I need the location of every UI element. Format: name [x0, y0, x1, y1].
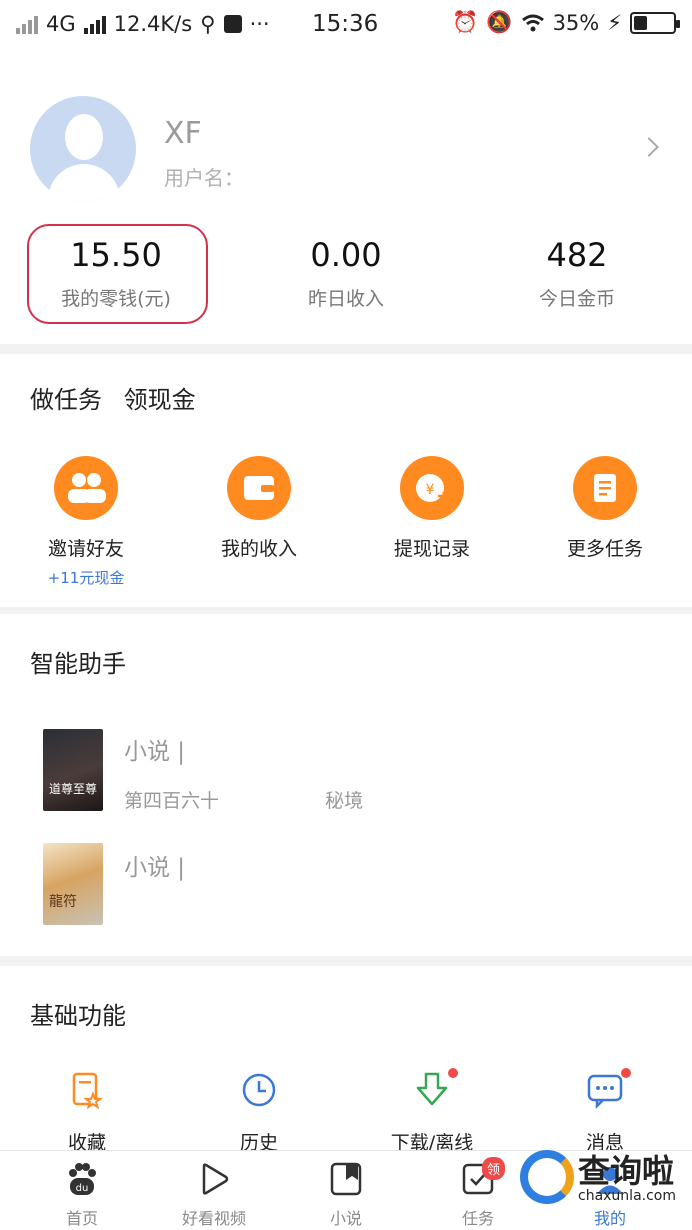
- stat-value: 15.50: [70, 236, 162, 274]
- avatar-body: [48, 164, 120, 202]
- task-sub: +11元现金: [47, 569, 125, 587]
- nav-novels[interactable]: 小说: [296, 1161, 396, 1229]
- more-indicator: ···: [249, 12, 270, 36]
- charging-icon: ⚡: [607, 10, 622, 35]
- watermark-url: chaxunla.com: [578, 1188, 676, 1204]
- nav-videos[interactable]: 好看视频: [164, 1161, 264, 1229]
- task-withdraw-history[interactable]: ¥ 提现记录: [362, 456, 502, 561]
- nav-label: 好看视频: [181, 1209, 246, 1228]
- watermark-logo-icon: [520, 1150, 574, 1204]
- book-icon: [328, 1161, 364, 1197]
- watermark-title: 查询啦: [578, 1152, 675, 1190]
- task-my-income[interactable]: 我的收入: [189, 456, 329, 561]
- nav-label: 首页: [65, 1209, 98, 1228]
- profile-card: XF 用户名： 15.50 我的零钱(元) 0.00 昨日收入 482 今日金币: [0, 48, 692, 344]
- wallet-icon: [227, 456, 291, 520]
- book-chapter[interactable]: 第四百六十 秘境: [124, 786, 363, 813]
- avatar[interactable]: [30, 96, 136, 202]
- book-cover-text: 龍符: [49, 894, 77, 910]
- task-label: 提现记录: [393, 538, 470, 560]
- func-history[interactable]: 历史: [184, 1070, 334, 1155]
- tasks-card: 做任务 领现金 邀请好友 +11元现金 我的收入 ¥ 提现记录 更多任务: [0, 354, 692, 607]
- nav-label: 任务: [461, 1209, 494, 1228]
- wifi-icon: [521, 14, 544, 31]
- svg-text:du: du: [76, 1183, 89, 1194]
- stat-label: 今日金币: [538, 288, 615, 310]
- nav-home[interactable]: du 首页: [32, 1161, 132, 1229]
- task-invite-friends[interactable]: 邀请好友 +11元现金: [16, 456, 156, 588]
- battery-percent: 35%: [552, 10, 600, 35]
- func-download[interactable]: 下载/离线: [357, 1068, 507, 1155]
- task-label: 更多任务: [566, 538, 643, 560]
- clock-icon: [239, 1070, 279, 1110]
- battery-icon: [630, 11, 680, 34]
- profile-username-label: 用户名：: [164, 166, 244, 190]
- status-right: ⏰ 🔕 35% ⚡: [452, 10, 680, 35]
- status-bar: 4G 12.4K/s ⚲ ··· 15:36 ⏰ 🔕 35% ⚡: [0, 0, 692, 48]
- stat-value: 482: [546, 236, 608, 274]
- tasks-title-1: 做任务: [30, 386, 102, 414]
- users-icon: [54, 456, 118, 520]
- assistant-title: 智能助手: [30, 650, 126, 678]
- notification-icon: [223, 15, 242, 33]
- stat-yesterday-income[interactable]: 0.00 昨日收入: [256, 236, 436, 311]
- usb-icon: ⚲: [200, 12, 216, 36]
- profile-name[interactable]: XF: [164, 116, 202, 151]
- tasks-title: 做任务 领现金: [30, 380, 196, 415]
- nav-label: 小说: [329, 1209, 362, 1228]
- tasks-title-2: 领现金: [123, 386, 196, 414]
- chevron-right-icon[interactable]: [639, 137, 659, 157]
- svg-text:¥: ¥: [426, 482, 435, 498]
- basic-title: 基础功能: [30, 1002, 126, 1030]
- func-favorites[interactable]: 收藏: [12, 1070, 162, 1155]
- network-type: 4G: [46, 12, 76, 36]
- task-more-tasks[interactable]: 更多任务: [535, 456, 675, 561]
- yuan-withdraw-icon: ¥: [400, 456, 464, 520]
- nav-tasks[interactable]: 领 任务: [428, 1157, 528, 1229]
- status-left: 4G 12.4K/s ⚲ ···: [16, 12, 270, 36]
- unread-dot: [448, 1068, 458, 1078]
- book-chapter-tail: 秘境: [325, 790, 364, 812]
- alarm-icon: ⏰: [452, 10, 479, 34]
- book-title[interactable]: 小说 |: [124, 848, 185, 882]
- stat-wallet[interactable]: 15.50 我的零钱(元): [26, 236, 206, 311]
- task-label: 邀请好友: [47, 538, 124, 560]
- assistant-card: 智能助手 道尊至尊 小说 | 第四百六十 秘境 龍符 小说 |: [0, 614, 692, 956]
- battery-fill: [634, 15, 647, 30]
- play-icon: [196, 1161, 232, 1197]
- avatar-head: [65, 114, 103, 160]
- stat-today-coins[interactable]: 482 今日金币: [487, 236, 667, 311]
- func-messages[interactable]: 消息: [530, 1068, 680, 1155]
- book-cover[interactable]: 道尊至尊: [43, 729, 103, 811]
- signal-weak-icon: [16, 14, 38, 34]
- book-cover[interactable]: 龍符: [43, 843, 103, 925]
- stat-value: 0.00: [310, 236, 382, 274]
- stat-label: 我的零钱(元): [61, 288, 171, 310]
- task-badge: 领: [482, 1157, 506, 1180]
- favorite-doc-icon: [67, 1070, 107, 1110]
- download-icon: [412, 1068, 458, 1110]
- status-time: 15:36: [312, 11, 379, 37]
- mute-icon: 🔕: [486, 10, 513, 34]
- task-check-icon: 领: [460, 1157, 506, 1197]
- task-label: 我的收入: [220, 538, 297, 560]
- network-speed: 12.4K/s: [113, 12, 193, 36]
- basic-functions-card: 基础功能 收藏 历史 下载/离线 消息: [0, 966, 692, 1156]
- watermark: 查询啦 chaxunla.com: [520, 1146, 688, 1212]
- book-chapter-head: 第四百六十: [124, 790, 220, 812]
- paw-du-icon: du: [64, 1161, 100, 1197]
- document-icon: [573, 456, 637, 520]
- unread-dot: [621, 1068, 631, 1078]
- stat-label: 昨日收入: [307, 288, 384, 310]
- book-cover-text: 道尊至尊: [49, 782, 98, 796]
- message-icon: [585, 1068, 631, 1110]
- book-title[interactable]: 小说 |: [124, 732, 185, 766]
- signal-strong-icon: [83, 14, 106, 34]
